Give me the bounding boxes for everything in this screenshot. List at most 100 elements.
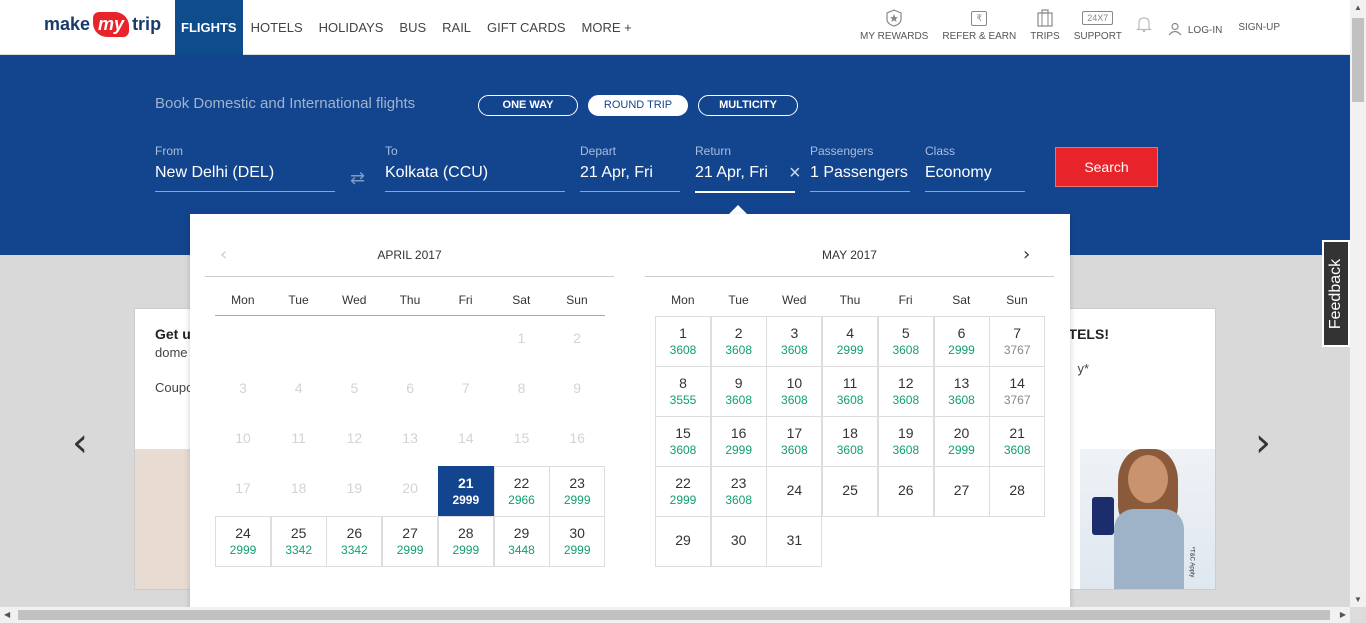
calendar-day[interactable]: 20 2999 (933, 416, 990, 467)
from-field[interactable]: From New Delhi (DEL) (155, 144, 335, 192)
calendar-day[interactable]: 17 (215, 466, 271, 517)
from-value[interactable]: New Delhi (DEL) (155, 164, 335, 192)
nav-holidays[interactable]: HOLIDAYS (311, 0, 392, 55)
scroll-left-icon[interactable]: ◀ (4, 610, 10, 619)
calendar-day[interactable]: 23 2999 (549, 466, 606, 517)
nav-gift-cards[interactable]: GIFT CARDS (479, 0, 574, 55)
calendar-day[interactable]: 19 3608 (877, 416, 934, 467)
nav-more[interactable]: MORE + (574, 0, 640, 55)
calendar-day[interactable]: 18 (271, 466, 327, 517)
horizontal-scroll-thumb[interactable] (18, 610, 1330, 620)
calendar-day[interactable]: 22 2999 (655, 466, 711, 517)
calendar-day[interactable]: 13 (382, 416, 438, 467)
login-link[interactable]: LOG-IN (1168, 22, 1222, 39)
return-value[interactable]: 21 Apr, Fri (695, 164, 795, 193)
scroll-down-icon[interactable]: ▼ (1354, 595, 1362, 604)
calendar-day[interactable]: 24 (766, 466, 823, 517)
my-rewards-link[interactable]: MY REWARDS (860, 8, 928, 42)
notifications-button[interactable] (1135, 14, 1152, 37)
calendar-day[interactable]: 2 3608 (710, 316, 767, 367)
calendar-day[interactable]: 13 3608 (933, 366, 990, 417)
carousel-prev-icon[interactable]: ‹ (72, 420, 88, 466)
calendar-day[interactable]: 25 (822, 466, 879, 517)
calendar-day[interactable]: 5 (326, 366, 382, 417)
calendar-day[interactable]: 10 3608 (766, 366, 823, 417)
trips-link[interactable]: TRIPS (1030, 8, 1060, 42)
depart-field[interactable]: Depart 21 Apr, Fri (580, 144, 680, 192)
calendar-day[interactable]: 19 (326, 466, 382, 517)
class-field[interactable]: Class Economy (925, 144, 1025, 192)
round-trip-toggle[interactable]: ROUND TRIP (588, 95, 688, 116)
calendar-day[interactable]: 7 3767 (989, 316, 1046, 367)
calendar-day[interactable]: 30 2999 (549, 516, 606, 567)
to-field[interactable]: To Kolkata (CCU) (385, 144, 565, 192)
signup-link[interactable]: SIGN-UP (1238, 22, 1280, 33)
calendar-day[interactable]: 6 (382, 366, 438, 417)
calendar-day[interactable]: 21 3608 (989, 416, 1046, 467)
feedback-tab[interactable]: Feedback (1322, 240, 1350, 347)
return-field[interactable]: Return 21 Apr, Fri (695, 144, 795, 193)
calendar-day[interactable]: 8 3555 (655, 366, 711, 417)
calendar-day[interactable]: 22 2966 (493, 466, 550, 517)
passengers-value[interactable]: 1 Passengers (810, 164, 910, 192)
makemytrip-logo[interactable]: make my trip (44, 12, 161, 37)
calendar-day[interactable]: 10 (215, 416, 271, 467)
scroll-right-icon[interactable]: ▶ (1340, 610, 1346, 619)
multicity-toggle[interactable]: MULTICITY (698, 95, 798, 116)
calendar-day[interactable]: 11 (271, 416, 327, 467)
vertical-scrollbar[interactable]: ▲ ▼ (1350, 0, 1366, 607)
calendar-day[interactable]: 16 2999 (710, 416, 767, 467)
calendar-day[interactable]: 12 (326, 416, 382, 467)
one-way-toggle[interactable]: ONE WAY (478, 95, 578, 116)
calendar-day[interactable]: 9 (549, 366, 605, 417)
calendar-day[interactable]: 11 3608 (822, 366, 879, 417)
calendar-day[interactable]: 21 2999 (437, 466, 494, 517)
calendar-day[interactable]: 12 3608 (877, 366, 934, 417)
support-link[interactable]: 24X7 SUPPORT (1074, 8, 1122, 42)
calendar-day[interactable]: 15 3608 (655, 416, 711, 467)
calendar-day[interactable]: 30 (710, 516, 767, 567)
calendar-day[interactable]: 17 3608 (766, 416, 823, 467)
calendar-day[interactable]: 4 2999 (822, 316, 879, 367)
calendar-day[interactable]: 18 3608 (822, 416, 879, 467)
passengers-field[interactable]: Passengers 1 Passengers (810, 144, 910, 192)
refer-earn-link[interactable]: ₹ REFER & EARN (942, 8, 1016, 42)
calendar-day[interactable]: 4 (271, 366, 327, 417)
calendar-day[interactable]: 7 (438, 366, 494, 417)
calendar-day[interactable]: 28 (989, 466, 1046, 517)
calendar-day[interactable]: 1 (494, 316, 550, 367)
to-value[interactable]: Kolkata (CCU) (385, 164, 565, 192)
nav-hotels[interactable]: HOTELS (243, 0, 311, 55)
nav-rail[interactable]: RAIL (434, 0, 479, 55)
horizontal-scrollbar[interactable]: ◀ ▶ (0, 607, 1350, 623)
calendar-day[interactable]: 20 (382, 466, 438, 517)
calendar-day[interactable]: 15 (494, 416, 550, 467)
calendar-day[interactable]: 24 2999 (215, 516, 271, 567)
depart-value[interactable]: 21 Apr, Fri (580, 164, 680, 192)
calendar-day[interactable]: 29 3448 (493, 516, 550, 567)
nav-bus[interactable]: BUS (391, 0, 434, 55)
calendar-day[interactable]: 29 (655, 516, 711, 567)
calendar-day[interactable]: 2 (549, 316, 605, 367)
calendar-day[interactable]: 14 (438, 416, 494, 467)
calendar-day[interactable]: 6 2999 (933, 316, 990, 367)
calendar-day[interactable]: 8 (494, 366, 550, 417)
vertical-scroll-thumb[interactable] (1352, 18, 1364, 102)
calendar-day[interactable]: 5 3608 (877, 316, 934, 367)
calendar-day[interactable]: 16 (549, 416, 605, 467)
clear-return-icon[interactable]: × (789, 162, 801, 185)
calendar-day[interactable]: 25 3342 (270, 516, 327, 567)
calendar-day[interactable]: 26 3342 (326, 516, 383, 567)
calendar-day[interactable]: 27 (933, 466, 990, 517)
class-value[interactable]: Economy (925, 164, 1025, 192)
calendar-day[interactable]: 26 (877, 466, 934, 517)
calendar-day[interactable]: 27 2999 (382, 516, 439, 567)
calendar-day[interactable]: 14 3767 (989, 366, 1046, 417)
calendar-day[interactable]: 3 3608 (766, 316, 823, 367)
search-button[interactable]: Search (1055, 147, 1158, 187)
calendar-day[interactable]: 28 2999 (437, 516, 494, 567)
calendar-day[interactable]: 9 3608 (710, 366, 767, 417)
nav-flights[interactable]: FLIGHTS (175, 0, 243, 55)
swap-cities-icon[interactable]: ⇄ (350, 168, 365, 189)
carousel-next-icon[interactable]: › (1255, 420, 1271, 466)
